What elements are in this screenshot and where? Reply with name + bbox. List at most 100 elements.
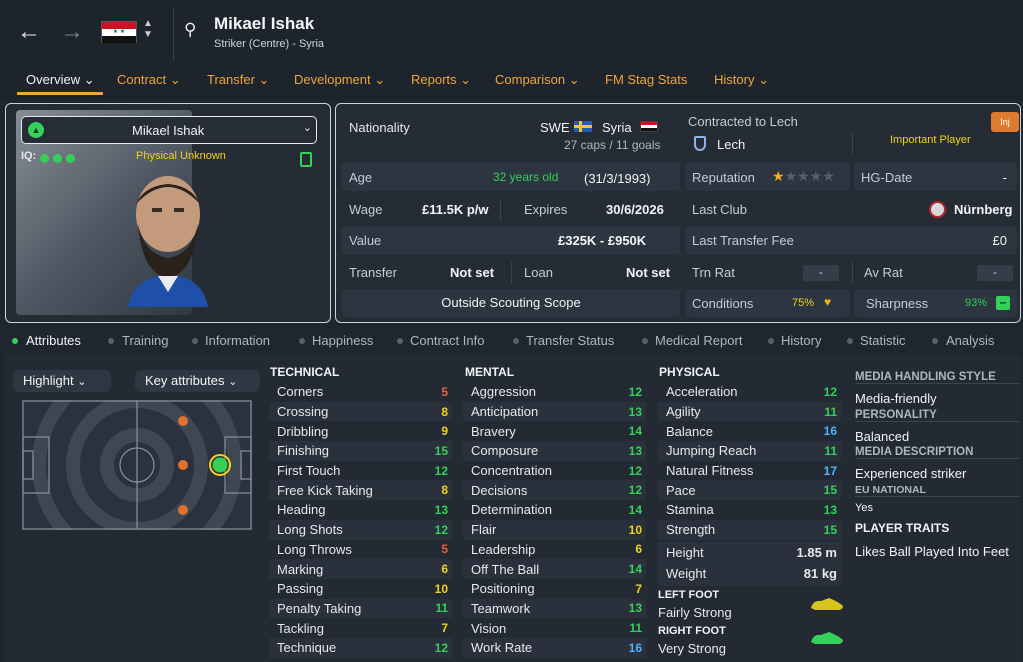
attribute-row[interactable]: Acceleration 12 (658, 382, 841, 402)
subtab-analysis[interactable]: Analysis (946, 333, 994, 348)
subtab-attributes[interactable]: Attributes (26, 333, 81, 348)
bullet-icon (932, 338, 938, 344)
weight-value: 81 kg (803, 566, 837, 581)
chevron-down-icon: ⌄ (228, 376, 238, 388)
attribute-row[interactable]: Long Throws 5 (269, 540, 452, 560)
attribute-value: 12 (434, 522, 448, 537)
attribute-row[interactable]: Determination 14 (463, 500, 646, 520)
back-arrow-icon[interactable]: ← (14, 18, 44, 48)
bullet-icon (192, 338, 198, 344)
subtab-medical-report[interactable]: Medical Report (655, 333, 742, 348)
attribute-name: Leadership (471, 541, 536, 557)
info-panel: Nationality SWE Syria 27 caps / 11 goals… (335, 103, 1021, 323)
attribute-row[interactable]: Marking 6 (269, 559, 452, 579)
subtab-information[interactable]: Information (205, 333, 270, 348)
tab-transfer[interactable]: Transfer ⌄ (207, 72, 269, 88)
forward-arrow-icon[interactable]: → (57, 18, 87, 48)
hg-value: - (1002, 170, 1007, 185)
av-rat-label: Av Rat (864, 265, 903, 280)
attribute-row[interactable]: Dribbling 9 (269, 421, 452, 441)
attribute-row[interactable]: Decisions 12 (463, 480, 646, 501)
attribute-row[interactable]: Bravery 14 (463, 421, 646, 441)
search-icon[interactable]: ⚲ (184, 20, 196, 40)
attribute-row[interactable]: Finishing 15 (269, 441, 452, 461)
attribute-value: 16 (823, 424, 837, 439)
attribute-row[interactable]: Stamina 13 (658, 500, 841, 520)
clipboard-icon[interactable] (300, 152, 312, 167)
attribute-row[interactable]: Concentration 12 (463, 461, 646, 481)
attribute-row[interactable]: Jumping Reach 11 (658, 441, 841, 461)
injury-badge[interactable]: Inj (991, 112, 1019, 132)
attribute-row[interactable]: Composure 13 (463, 441, 646, 461)
tab-overview[interactable]: Overview ⌄ (26, 72, 95, 88)
attribute-value: 11 (435, 601, 448, 616)
attribute-value: 14 (628, 424, 642, 439)
attribute-value: 12 (628, 384, 642, 399)
attribute-row[interactable]: Leadership 6 (463, 540, 646, 560)
attribute-value: 5 (441, 384, 448, 399)
tab-contract[interactable]: Contract ⌄ (117, 72, 181, 88)
scouting-scope: Outside Scouting Scope (342, 289, 680, 317)
nation-updown-icon[interactable]: ▲ ▼ (141, 18, 155, 40)
key-attributes-dropdown[interactable]: Key attributes ⌄ (135, 370, 260, 392)
tab-fm-stag-stats[interactable]: FM Stag Stats (605, 72, 687, 87)
subtab-happiness[interactable]: Happiness (312, 333, 373, 348)
attribute-value: 14 (628, 562, 642, 577)
tab-reports[interactable]: Reports ⌄ (411, 72, 471, 88)
mental-list: Aggression 12 Anticipation 13 Bravery 14 Compo… (463, 382, 646, 658)
attribute-value: 5 (441, 542, 448, 557)
attribute-name: Long Throws (277, 541, 352, 557)
attribute-row[interactable]: Heading 13 (269, 500, 452, 520)
last-club-value[interactable]: Nürnberg (954, 202, 1013, 217)
subtab-training[interactable]: Training (122, 333, 168, 348)
attribute-row[interactable]: Technique 12 (269, 637, 452, 658)
attribute-row[interactable]: Vision 11 (463, 618, 646, 638)
lech-badge-icon (694, 136, 706, 151)
highlight-dropdown[interactable]: Highlight ⌄ (13, 370, 111, 392)
attribute-row[interactable]: Passing 10 (269, 579, 452, 599)
attribute-row[interactable]: Work Rate 16 (463, 637, 646, 658)
attribute-row[interactable]: Teamwork 13 (463, 598, 646, 619)
subtab-history[interactable]: History (781, 333, 821, 348)
attribute-row[interactable]: Natural Fitness 17 (658, 461, 841, 481)
heart-icon: ♥ (824, 295, 832, 309)
age-label: Age (349, 170, 373, 185)
left-foot-label: LEFT FOOT (658, 589, 720, 601)
sharpness-value: 93% (965, 297, 988, 309)
physical-status: Physical Unknown (136, 150, 226, 162)
player-selector[interactable]: ▲ Mikael Ishak ⌄ (21, 116, 317, 144)
subtab-transfer-status[interactable]: Transfer Status (526, 333, 614, 348)
attribute-row[interactable]: Aggression 12 (463, 382, 646, 402)
sharpness-cell: Sharpness 93% – (854, 289, 1017, 317)
attribute-row[interactable]: Long Shots 12 (269, 519, 452, 540)
attribute-row[interactable]: Strength 15 (658, 519, 841, 540)
attribute-row[interactable]: Agility 11 (658, 401, 841, 422)
syria-flag-icon[interactable]: ★ ★ (101, 21, 137, 43)
tab-development[interactable]: Development ⌄ (294, 72, 385, 88)
subtab-statistic[interactable]: Statistic (860, 333, 906, 348)
attribute-row[interactable]: Flair 10 (463, 519, 646, 540)
attribute-row[interactable]: Positioning 7 (463, 579, 646, 599)
date-of-birth: (31/3/1993) (584, 171, 651, 186)
attribute-row[interactable]: First Touch 12 (269, 461, 452, 481)
attribute-row[interactable]: Anticipation 13 (463, 401, 646, 422)
attribute-name: Crossing (277, 404, 329, 420)
attribute-row[interactable]: Tackling 7 (269, 618, 452, 638)
attribute-row[interactable]: Pace 15 (658, 480, 841, 501)
nationality-swe[interactable]: SWE (540, 120, 570, 135)
attribute-row[interactable]: Penalty Taking 11 (269, 598, 452, 619)
ltf-value: £0 (992, 233, 1007, 248)
bullet-icon (642, 338, 648, 344)
chevron-down-icon: ⌄ (77, 376, 87, 388)
subtab-contract-info[interactable]: Contract Info (410, 333, 484, 348)
nationality-syria[interactable]: Syria (602, 120, 632, 135)
tab-history[interactable]: History ⌄ (714, 72, 769, 88)
attribute-row[interactable]: Crossing 8 (269, 401, 452, 422)
attribute-row[interactable]: Corners 5 (269, 382, 452, 402)
attribute-row[interactable]: Free Kick Taking 8 (269, 480, 452, 501)
club-name[interactable]: Lech (717, 137, 745, 152)
attribute-row[interactable]: Balance 16 (658, 421, 841, 441)
tab-comparison[interactable]: Comparison ⌄ (495, 72, 580, 88)
attribute-row[interactable]: Off The Ball 14 (463, 559, 646, 579)
age-value: 32 years old (493, 170, 559, 184)
